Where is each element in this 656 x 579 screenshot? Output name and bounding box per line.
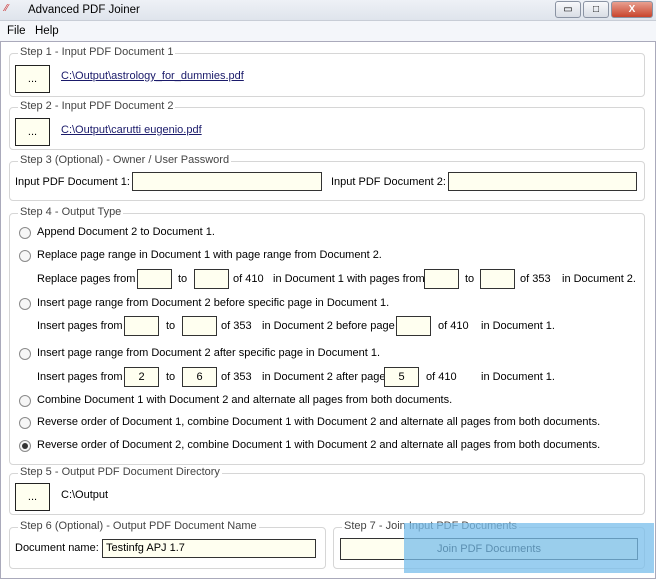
output-type-radio-6[interactable]	[19, 440, 31, 452]
replace-doc1-to-input[interactable]	[194, 269, 229, 289]
browse-doc2-button[interactable]: ...	[15, 118, 50, 146]
output-type-label-0[interactable]: Append Document 2 to Document 1.	[37, 226, 215, 238]
replace-label: Replace pages from	[37, 273, 136, 285]
output-type-label-5[interactable]: Reverse order of Document 1, combine Doc…	[37, 416, 600, 428]
after-mid-label: in Document 2 after page	[262, 371, 386, 383]
of-label: of 410	[426, 371, 457, 383]
doc1-path-link[interactable]: C:\Output\astrology_for_dummies.pdf	[61, 70, 244, 82]
output-dir-path: C:\Output	[61, 489, 109, 501]
output-type-label-4[interactable]: Combine Document 1 with Document 2 and a…	[37, 394, 452, 406]
password1-input[interactable]	[132, 172, 322, 191]
menu-file[interactable]: File	[7, 25, 26, 37]
of-label: of 353	[520, 273, 551, 285]
output-type-label-3[interactable]: Insert page range from Document 2 after …	[37, 347, 380, 359]
minimize-button[interactable]: ▭	[555, 1, 581, 18]
doc2-path-link[interactable]: C:\Output\carutti eugenio.pdf	[61, 124, 202, 136]
password2-input[interactable]	[448, 172, 637, 191]
replace-end-label: in Document 2.	[562, 273, 636, 285]
after-label: Insert pages from	[37, 371, 123, 383]
after-page-input[interactable]: 5	[384, 367, 419, 387]
before-mid-label: in Document 2 before page	[262, 320, 395, 332]
title-bar: ⁄⁄ Advanced PDF Joiner ▭ □ X	[0, 0, 656, 21]
of-label: of 353	[221, 320, 252, 332]
browse-output-dir-button[interactable]: ...	[15, 483, 50, 511]
watermark-logo	[404, 523, 654, 573]
document-name-input[interactable]: Testinfg APJ 1.7	[102, 539, 316, 558]
password1-label: Input PDF Document 1:	[15, 176, 130, 188]
menu-bar: File Help	[0, 21, 656, 41]
after-from-input[interactable]: 2	[124, 367, 159, 387]
of-label: of 410	[233, 273, 264, 285]
maximize-button[interactable]: □	[583, 1, 609, 18]
before-end-label: in Document 1.	[481, 320, 555, 332]
document-name-label: Document name:	[15, 542, 99, 554]
output-type-radio-0[interactable]	[19, 227, 31, 239]
replace-doc2-from-input[interactable]	[424, 269, 459, 289]
step3-legend: Step 3 (Optional) - Owner / User Passwor…	[18, 154, 232, 166]
to-label: to	[166, 320, 176, 332]
output-type-radio-5[interactable]	[19, 417, 31, 429]
after-end-label: in Document 1.	[481, 371, 555, 383]
of-label: of 353	[221, 371, 252, 383]
output-type-label-1[interactable]: Replace page range in Document 1 with pa…	[37, 249, 382, 261]
app-icon: ⁄⁄	[5, 3, 9, 14]
password2-label: Input PDF Document 2:	[331, 176, 446, 188]
output-type-radio-1[interactable]	[19, 250, 31, 262]
step6-legend: Step 6 (Optional) - Output PDF Document …	[18, 520, 259, 532]
replace-mid-label: in Document 1 with pages from	[273, 273, 425, 285]
step5-legend: Step 5 - Output PDF Document Directory	[18, 466, 222, 478]
step4-legend: Step 4 - Output Type	[18, 206, 124, 218]
after-to-input[interactable]: 6	[182, 367, 217, 387]
to-label: to	[465, 273, 475, 285]
to-label: to	[166, 371, 176, 383]
output-type-radio-2[interactable]	[19, 298, 31, 310]
replace-doc2-to-input[interactable]	[480, 269, 515, 289]
before-to-input[interactable]	[182, 316, 217, 336]
menu-help[interactable]: Help	[35, 25, 59, 37]
before-page-input[interactable]	[396, 316, 431, 336]
output-type-radio-4[interactable]	[19, 395, 31, 407]
browse-doc1-button[interactable]: ...	[15, 65, 50, 93]
replace-doc1-from-input[interactable]	[137, 269, 172, 289]
output-type-label-6[interactable]: Reverse order of Document 2, combine Doc…	[37, 439, 600, 451]
before-from-input[interactable]	[124, 316, 159, 336]
step2-legend: Step 2 - Input PDF Document 2	[18, 100, 176, 112]
before-label: Insert pages from	[37, 320, 123, 332]
output-type-radio-3[interactable]	[19, 348, 31, 360]
close-button[interactable]: X	[611, 1, 653, 18]
of-label: of 410	[438, 320, 469, 332]
step1-legend: Step 1 - Input PDF Document 1	[18, 46, 176, 58]
output-type-label-2[interactable]: Insert page range from Document 2 before…	[37, 297, 389, 309]
window-title: Advanced PDF Joiner	[28, 4, 140, 16]
to-label: to	[178, 273, 188, 285]
